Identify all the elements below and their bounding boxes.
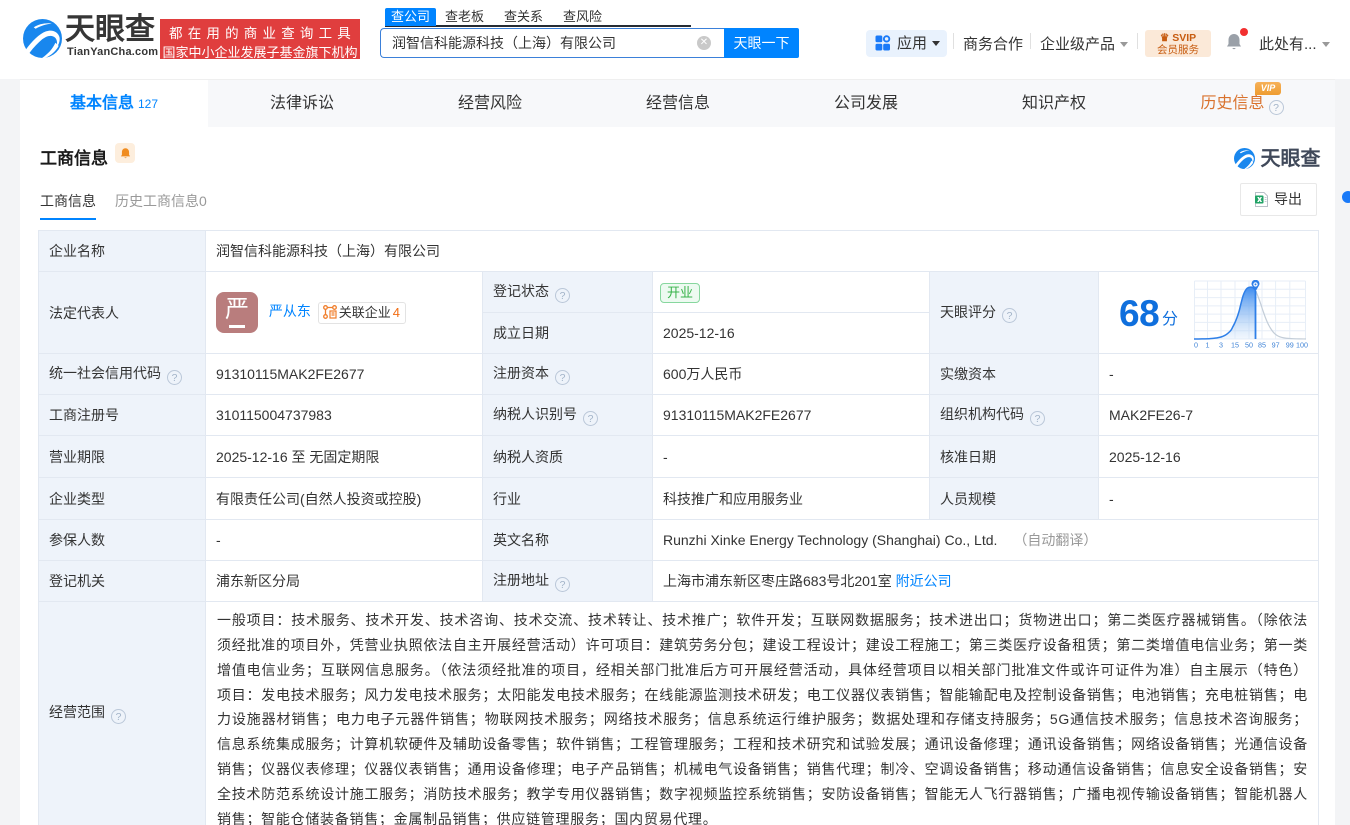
svg-text:15: 15 (1231, 341, 1239, 350)
svg-text:50: 50 (1245, 341, 1253, 350)
svg-text:99: 99 (1286, 341, 1294, 350)
svg-text:0: 0 (1194, 341, 1198, 350)
svg-text:85: 85 (1258, 341, 1266, 350)
svg-text:3: 3 (1219, 341, 1223, 350)
svg-text:1: 1 (1206, 341, 1210, 350)
svg-text:97: 97 (1272, 341, 1280, 350)
svg-text:100: 100 (1296, 341, 1308, 350)
